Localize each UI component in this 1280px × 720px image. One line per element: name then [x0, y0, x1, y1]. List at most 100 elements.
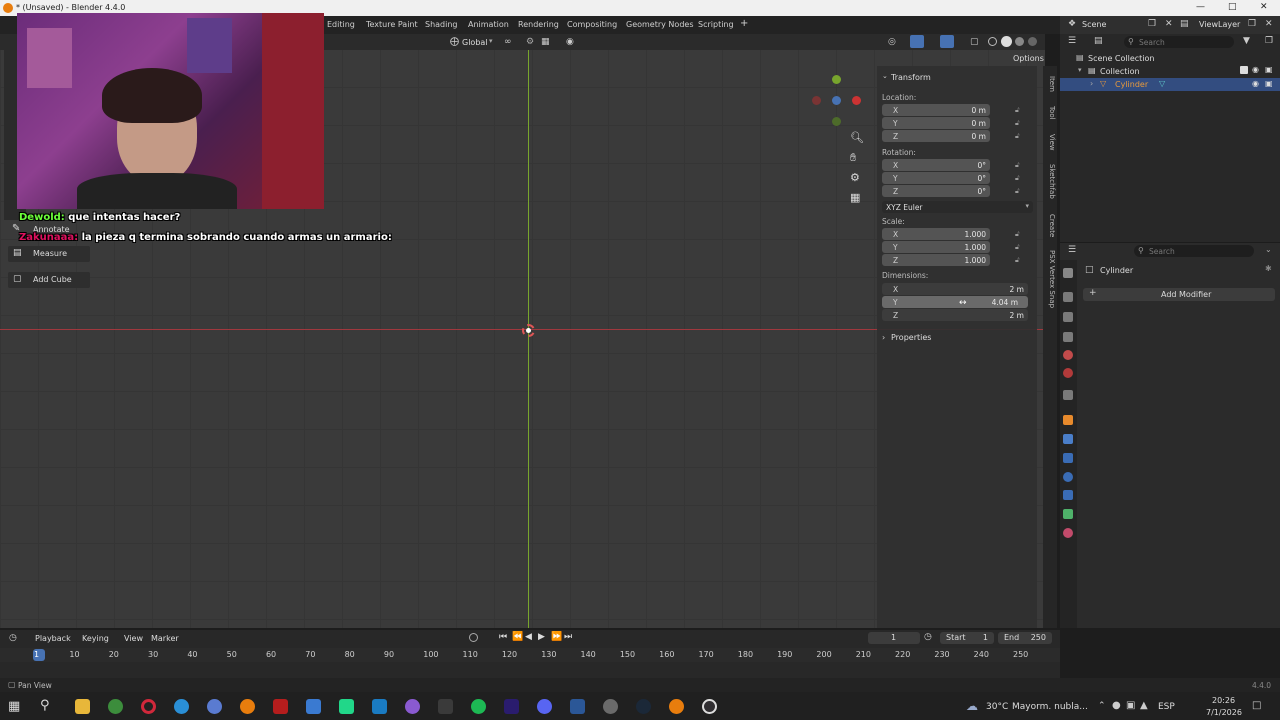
location-x-field[interactable]: X 0 m — [882, 104, 990, 116]
jump-start-icon[interactable]: ⏮ — [499, 632, 507, 642]
gizmo-x-axis-icon[interactable] — [852, 96, 861, 105]
pan-hand-icon[interactable]: ✋︎ — [850, 151, 856, 165]
display-mode-icon[interactable]: ▤ — [1094, 36, 1103, 46]
lock-icon[interactable]: 🔓︎ — [1015, 174, 1020, 183]
checkbox-icon[interactable] — [1240, 66, 1248, 74]
volume-icon[interactable]: ▲ — [1140, 700, 1148, 711]
record-icon[interactable] — [469, 633, 478, 642]
dimensions-y-field[interactable]: Y 4.04 m — [882, 296, 1028, 308]
clock-date[interactable]: 7/1/2026 — [1206, 708, 1242, 717]
modifier-tab-icon[interactable] — [1063, 434, 1073, 444]
location-z-field[interactable]: Z 0 m — [882, 130, 990, 142]
snap-icon[interactable]: ⚙ — [526, 37, 534, 47]
app-icon[interactable] — [207, 699, 222, 714]
grid-perspective-icon[interactable]: ▦ — [850, 191, 860, 204]
clock-time[interactable]: 20:26 — [1212, 696, 1235, 705]
orientation-dropdown[interactable]: Global — [462, 38, 488, 47]
tab-geometry-nodes[interactable]: Geometry Nodes — [626, 20, 693, 29]
app-icon[interactable] — [405, 699, 420, 714]
app-icon[interactable] — [306, 699, 321, 714]
tab-view[interactable]: View — [1044, 134, 1056, 151]
outliner-row-cylinder[interactable]: › ▽ Cylinder ▽ ◉ ▣ — [1060, 78, 1280, 91]
rotation-y-field[interactable]: Y 0° — [882, 172, 990, 184]
data-tab-icon[interactable] — [1063, 509, 1073, 519]
tab-compositing[interactable]: Compositing — [567, 20, 617, 29]
add-modifier-button[interactable]: + Add Modifier — [1083, 288, 1275, 301]
tab-item[interactable]: Item — [1044, 76, 1056, 92]
new-scene-icon[interactable]: ❐ — [1148, 19, 1156, 29]
language-indicator[interactable]: ESP — [1158, 702, 1175, 712]
end-frame-field[interactable]: End 250 — [998, 632, 1052, 644]
tab-rendering[interactable]: Rendering — [518, 20, 559, 29]
scale-y-field[interactable]: Y 1.000 — [882, 241, 990, 253]
view-layer-name[interactable]: ViewLayer — [1199, 20, 1240, 29]
render-tab-icon[interactable] — [1063, 292, 1073, 302]
playback-menu[interactable]: Playback — [35, 634, 71, 643]
app-icon[interactable] — [603, 699, 618, 714]
dimensions-z-field[interactable]: Z 2 m — [882, 309, 1028, 321]
gizmo-neg-y-icon[interactable] — [832, 117, 841, 126]
scale-z-field[interactable]: Z 1.000 — [882, 254, 990, 266]
weather-text[interactable]: Mayorm. nubla... — [1012, 702, 1088, 712]
tab-editing[interactable]: Editing — [327, 20, 355, 29]
tab-texture-paint[interactable]: Texture Paint — [366, 20, 418, 29]
tab-shading[interactable]: Shading — [425, 20, 458, 29]
app-icon[interactable] — [438, 699, 453, 714]
blender-active-icon[interactable] — [669, 699, 684, 714]
outliner-search-input[interactable]: ⚲ Search — [1124, 36, 1234, 48]
eye-icon[interactable]: ◉ — [1252, 79, 1259, 88]
lock-icon[interactable]: 🔓︎ — [1015, 161, 1020, 170]
transform-header[interactable]: Transform — [891, 73, 931, 82]
tab-animation[interactable]: Animation — [468, 20, 509, 29]
proportional-edit-icon[interactable]: ◉ — [566, 37, 574, 47]
tool-tab-icon[interactable] — [1063, 268, 1073, 278]
obs-icon[interactable] — [702, 699, 717, 714]
delete-layer-icon[interactable]: ✕ — [1265, 19, 1273, 29]
zoom-icon[interactable]: 🔍︎ — [850, 131, 864, 144]
camera-view-icon[interactable]: ⚙ — [850, 171, 860, 184]
play-reverse-icon[interactable]: ◀ — [525, 632, 532, 642]
lock-icon[interactable]: 🔓︎ — [1015, 119, 1020, 128]
camera-icon[interactable]: ▣ — [1265, 65, 1273, 74]
gizmo-y-axis-icon[interactable] — [832, 75, 841, 84]
lock-icon[interactable]: 🔓︎ — [1015, 230, 1020, 239]
scene-tab-icon[interactable] — [1063, 350, 1073, 360]
object-tab-icon[interactable] — [1063, 415, 1073, 425]
new-collection-icon[interactable]: ❐ — [1265, 36, 1273, 46]
windows-start-icon[interactable]: ▦ — [8, 699, 20, 714]
gizmo-toggle-icon[interactable] — [910, 35, 924, 48]
collection-label[interactable]: Collection — [1100, 67, 1140, 76]
shading-wireframe-icon[interactable] — [988, 37, 997, 46]
close-button[interactable]: ✕ — [1260, 2, 1268, 12]
measure-tool[interactable]: ▤ Measure — [8, 246, 90, 262]
start-frame-field[interactable]: Start 1 — [940, 632, 994, 644]
discord-icon[interactable] — [537, 699, 552, 714]
play-icon[interactable]: ▶ — [538, 632, 545, 642]
gizmo-z-axis-icon[interactable] — [832, 96, 841, 105]
minimize-button[interactable]: — — [1196, 2, 1205, 12]
chevron-down-icon[interactable]: ▾ — [1078, 66, 1082, 74]
xray-icon[interactable]: ▢ — [970, 37, 979, 47]
tab-create[interactable]: Create — [1044, 214, 1056, 237]
eye-icon[interactable]: ◉ — [1252, 65, 1259, 74]
app-icon[interactable] — [273, 699, 288, 714]
chevron-down-icon[interactable]: ⌄ — [1265, 245, 1272, 254]
keying-menu[interactable]: Keying — [82, 634, 109, 643]
view-menu[interactable]: View — [124, 634, 143, 643]
options-button[interactable]: Options — [1013, 54, 1044, 63]
shading-rendered-icon[interactable] — [1028, 37, 1037, 46]
scale-x-field[interactable]: X 1.000 — [882, 228, 990, 240]
blender-taskbar-icon[interactable] — [240, 699, 255, 714]
network-icon[interactable]: ▣ — [1126, 700, 1135, 711]
editor-type-icon[interactable]: ☰ — [1068, 245, 1076, 255]
weather-temp[interactable]: 30°C — [986, 702, 1008, 712]
jump-end-icon[interactable]: ⏭ — [564, 632, 572, 642]
maximize-button[interactable]: □ — [1228, 2, 1237, 12]
properties-header[interactable]: Properties — [891, 333, 931, 342]
navigation-gizmo[interactable] — [810, 72, 866, 128]
pycharm-icon[interactable] — [339, 699, 354, 714]
jump-keyframe-forward-icon[interactable]: ⏩ — [551, 632, 562, 642]
notifications-icon[interactable]: □ — [1252, 700, 1261, 711]
edge-icon[interactable] — [174, 699, 189, 714]
scene-name[interactable]: Scene — [1082, 20, 1106, 29]
